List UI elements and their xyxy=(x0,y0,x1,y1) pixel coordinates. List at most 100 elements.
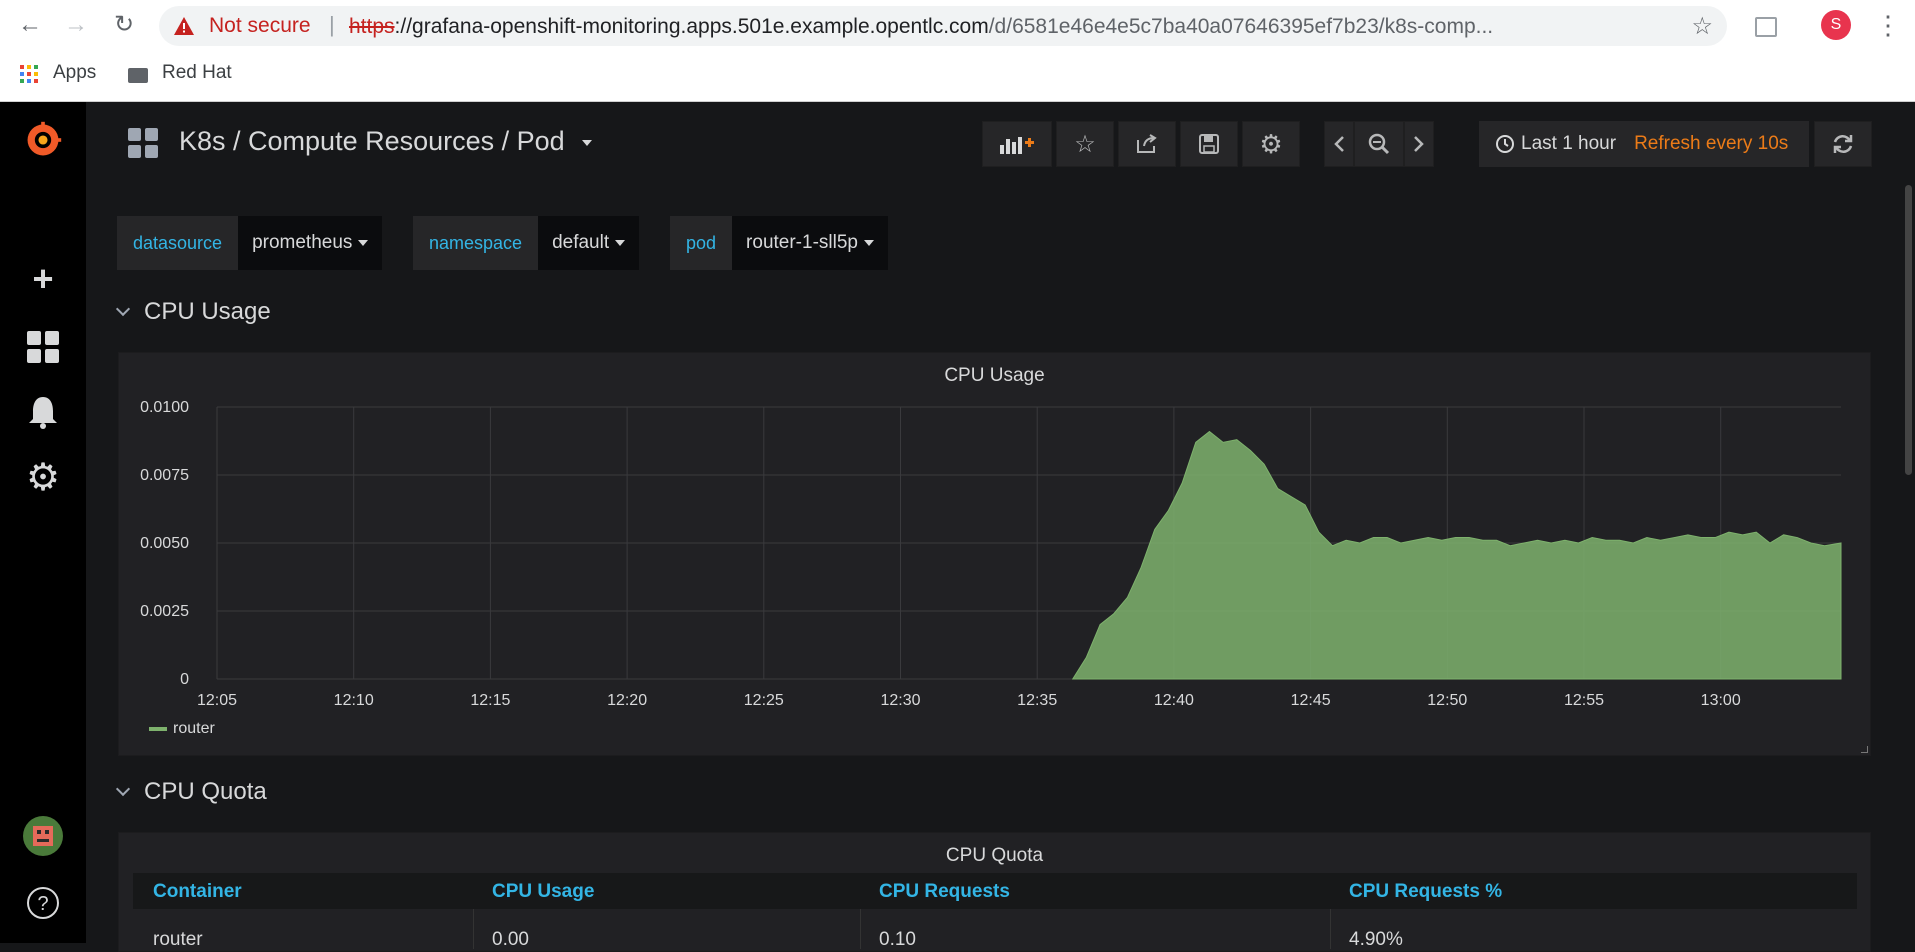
grafana-logo-icon[interactable] xyxy=(23,120,63,160)
time-back-button[interactable] xyxy=(1324,121,1354,167)
chevron-right-icon xyxy=(1414,136,1424,152)
cpu-usage-chart[interactable]: 0.0100 0.0075 0.0050 0.0025 0 12:05 12:10 12:15… xyxy=(119,353,1872,713)
dashboards-icon[interactable] xyxy=(23,327,63,367)
y-tick-label: 0.0100 xyxy=(140,399,189,416)
apps-grid-icon[interactable] xyxy=(20,65,38,83)
x-tick-label: 12:05 xyxy=(197,692,237,709)
url-text[interactable]: https://grafana-openshift-monitoring.app… xyxy=(349,15,1679,39)
back-arrow-icon[interactable]: ← xyxy=(12,10,48,40)
variable-value: default xyxy=(552,232,610,253)
help-icon[interactable]: ? xyxy=(23,883,63,923)
time-range-label: Last 1 hour xyxy=(1521,133,1617,154)
caret-down-icon xyxy=(615,239,626,246)
x-tick-label: 12:40 xyxy=(1154,692,1194,709)
panel-title[interactable]: CPU Quota xyxy=(119,845,1870,867)
legend-label: router xyxy=(173,720,215,737)
refresh-interval-label: Refresh every 10s xyxy=(1634,133,1789,154)
chevron-down-icon xyxy=(115,301,131,317)
star-icon: ☆ xyxy=(1074,130,1096,158)
chevron-down-icon xyxy=(582,139,593,146)
x-tick-label: 12:50 xyxy=(1427,692,1467,709)
bookmark-apps[interactable]: Apps xyxy=(53,62,96,84)
user-avatar[interactable] xyxy=(23,816,63,856)
column-divider xyxy=(473,909,474,949)
star-dashboard-button[interactable]: ☆ xyxy=(1056,121,1114,167)
pod-select[interactable]: router-1-sll5p xyxy=(732,216,888,270)
column-header-container[interactable]: Container xyxy=(153,881,242,903)
legend-swatch xyxy=(149,726,167,731)
row-title-cpu-quota[interactable]: CPU Quota xyxy=(115,778,267,806)
time-forward-button[interactable] xyxy=(1404,121,1434,167)
variable-namespace: namespace default xyxy=(413,216,640,270)
share-icon xyxy=(1137,134,1157,153)
folder-icon xyxy=(128,68,148,83)
namespace-select[interactable]: default xyxy=(538,216,640,270)
x-tick-label: 12:15 xyxy=(470,692,510,709)
refresh-button[interactable] xyxy=(1814,121,1872,167)
bookmark-star-icon[interactable]: ☆ xyxy=(1691,12,1713,41)
page-scrollbar[interactable] xyxy=(1905,185,1912,475)
dashboard-grid-icon xyxy=(128,128,158,158)
cpu-quota-panel: CPU Quota Container CPU Usage CPU Reques… xyxy=(118,832,1871,952)
browser-chrome: ← → ↻ Not secure | https://grafana-opens… xyxy=(0,0,1915,102)
chevron-left-icon xyxy=(1334,136,1344,152)
caret-down-icon xyxy=(358,239,369,246)
variable-label: datasource xyxy=(117,216,239,270)
address-bar[interactable]: Not secure | https://grafana-openshift-m… xyxy=(159,6,1727,46)
time-picker[interactable]: Last 1 hour Refresh every 10s xyxy=(1479,121,1809,167)
caret-down-icon xyxy=(863,239,874,246)
zoom-out-button[interactable] xyxy=(1354,121,1404,167)
x-tick-label: 12:20 xyxy=(607,692,647,709)
table-header: Container CPU Usage CPU Requests CPU Req… xyxy=(133,873,1857,909)
datasource-select[interactable]: prometheus xyxy=(238,216,383,270)
table-cell: 0.00 xyxy=(492,929,529,950)
series-area-router xyxy=(1071,430,1842,680)
table-cell: 0.10 xyxy=(879,929,916,950)
x-tick-label: 12:35 xyxy=(1017,692,1057,709)
url-host: ://grafana-openshift-monitoring.apps.501… xyxy=(394,15,989,38)
row-title-cpu-usage[interactable]: CPU Usage xyxy=(115,298,271,326)
legend-item-router[interactable]: router xyxy=(149,720,215,738)
row-title-text: CPU Usage xyxy=(144,298,271,325)
dashboard-title-picker[interactable]: K8s / Compute Resources / Pod xyxy=(179,126,593,157)
dashboard-settings-button[interactable]: ⚙ xyxy=(1242,121,1300,167)
clock-icon xyxy=(1496,135,1514,153)
share-dashboard-button[interactable] xyxy=(1118,121,1176,167)
bookmarks-bar: Apps Red Hat xyxy=(0,56,1915,92)
y-tick-label: 0.0025 xyxy=(140,603,189,620)
profile-avatar[interactable]: S xyxy=(1821,10,1851,40)
forward-arrow-icon[interactable]: → xyxy=(58,10,94,40)
reload-icon[interactable]: ↻ xyxy=(106,10,142,40)
x-tick-label: 12:45 xyxy=(1291,692,1331,709)
add-panel-button[interactable] xyxy=(982,121,1052,167)
dashboard-title: K8s / Compute Resources / Pod xyxy=(179,126,565,156)
x-tick-label: 12:10 xyxy=(334,692,374,709)
x-tick-label: 12:55 xyxy=(1564,692,1604,709)
refresh-icon xyxy=(1833,135,1853,153)
save-dashboard-button[interactable] xyxy=(1180,121,1238,167)
resize-handle[interactable] xyxy=(1861,746,1868,753)
column-divider xyxy=(1330,909,1331,949)
chevron-down-icon xyxy=(115,781,131,797)
column-header-cpu-usage[interactable]: CPU Usage xyxy=(492,881,594,903)
variable-pod: pod router-1-sll5p xyxy=(670,216,888,270)
column-header-cpu-requests-percent[interactable]: CPU Requests % xyxy=(1349,881,1502,903)
variable-label: pod xyxy=(670,216,733,270)
bell-icon[interactable] xyxy=(23,392,63,432)
column-header-cpu-requests[interactable]: CPU Requests xyxy=(879,881,1010,903)
y-tick-label: 0.0075 xyxy=(140,467,189,484)
plus-icon[interactable]: + xyxy=(23,258,63,299)
save-icon xyxy=(1199,134,1219,154)
gear-icon: ⚙ xyxy=(1259,128,1283,159)
x-tick-label: 12:30 xyxy=(880,692,920,709)
extension-icon[interactable] xyxy=(1755,17,1777,37)
browser-menu-icon[interactable]: ⋮ xyxy=(1875,10,1901,40)
table-cell: router xyxy=(153,929,203,950)
y-tick-label: 0.0050 xyxy=(140,535,189,552)
bookmark-red-hat[interactable]: Red Hat xyxy=(162,62,232,84)
omnibox-separator: | xyxy=(329,12,335,37)
cpu-usage-panel: CPU Usage 0.0100 0.0075 0.0050 0.0025 0 12:05… xyxy=(118,352,1871,756)
gear-icon[interactable]: ⚙ xyxy=(23,457,63,499)
security-status[interactable]: Not secure xyxy=(209,14,311,38)
column-divider xyxy=(860,909,861,949)
